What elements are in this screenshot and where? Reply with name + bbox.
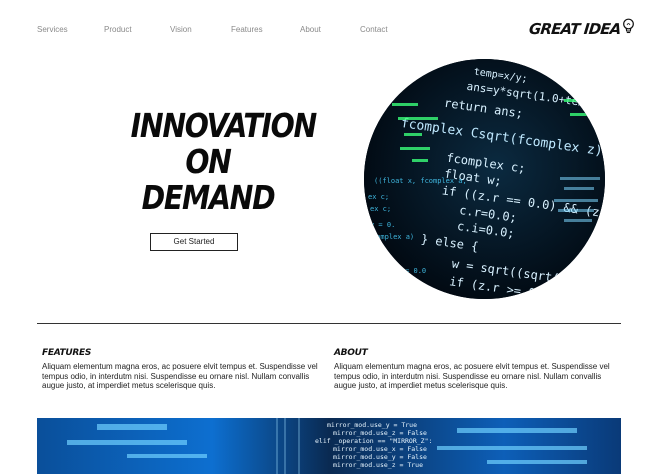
hero-code-image: temp=x/y; ans=y*sqrt(1.0+temp*t return a… <box>364 59 605 299</box>
code-banner-image: mirror_mod.use_y = True mirror_mod.use_z… <box>37 418 621 474</box>
about-heading: ABOUT <box>334 348 368 358</box>
svg-text:mirror_mod.use_x = False: mirror_mod.use_x = False <box>333 445 427 453</box>
hero-title-line: ON <box>185 142 232 181</box>
svg-text:y = 0.: y = 0. <box>370 221 395 229</box>
nav-item-product[interactable]: Product <box>104 25 132 34</box>
hero-title-line: INNOVATION <box>130 106 318 145</box>
nav-item-vision[interactable]: Vision <box>170 25 192 34</box>
features-heading: FEATURES <box>42 348 92 358</box>
svg-text:((float x, fcomplex a,: ((float x, fcomplex a, <box>374 177 467 185</box>
nav-item-features[interactable]: Features <box>231 25 263 34</box>
nav-item-contact[interactable]: Contact <box>360 25 388 34</box>
brand-logo[interactable]: GREAT IDEA <box>528 18 635 40</box>
svg-text:ex c;: ex c; <box>370 205 391 213</box>
svg-text:mirror_mod.use_y = False: mirror_mod.use_y = False <box>333 453 427 461</box>
svg-text:mirror_mod.use_z = False: mirror_mod.use_z = False <box>333 429 427 437</box>
logo-text: GREAT IDEA <box>528 20 622 38</box>
get-started-button[interactable]: Get Started <box>150 233 238 251</box>
hero-title-line: DEMAND <box>141 178 276 217</box>
svg-text:te z = 0.0: te z = 0.0 <box>384 267 426 275</box>
nav-item-services[interactable]: Services <box>37 25 68 34</box>
svg-text:mirror_mod.use_z = True: mirror_mod.use_z = True <box>333 461 423 469</box>
svg-text:mirror_mod.use_y = True: mirror_mod.use_y = True <box>327 421 417 429</box>
about-body: Aliquam elementum magna eros, ac posuere… <box>334 362 610 390</box>
svg-text:ex c;: ex c; <box>368 193 389 201</box>
about-section: ABOUT Aliquam elementum magna eros, ac p… <box>334 348 624 391</box>
nav-item-about[interactable]: About <box>300 25 321 34</box>
svg-text:complex a): complex a) <box>372 233 414 241</box>
lightbulb-icon <box>622 18 635 40</box>
svg-text:elif _operation == "MIRROR_Z":: elif _operation == "MIRROR_Z": <box>315 437 432 445</box>
hero-title: INNOVATION ON DEMAND <box>130 106 318 217</box>
features-body: Aliquam elementum magna eros, ac posuere… <box>42 362 318 390</box>
section-divider <box>37 323 621 324</box>
features-section: FEATURES Aliquam elementum magna eros, a… <box>42 348 332 391</box>
